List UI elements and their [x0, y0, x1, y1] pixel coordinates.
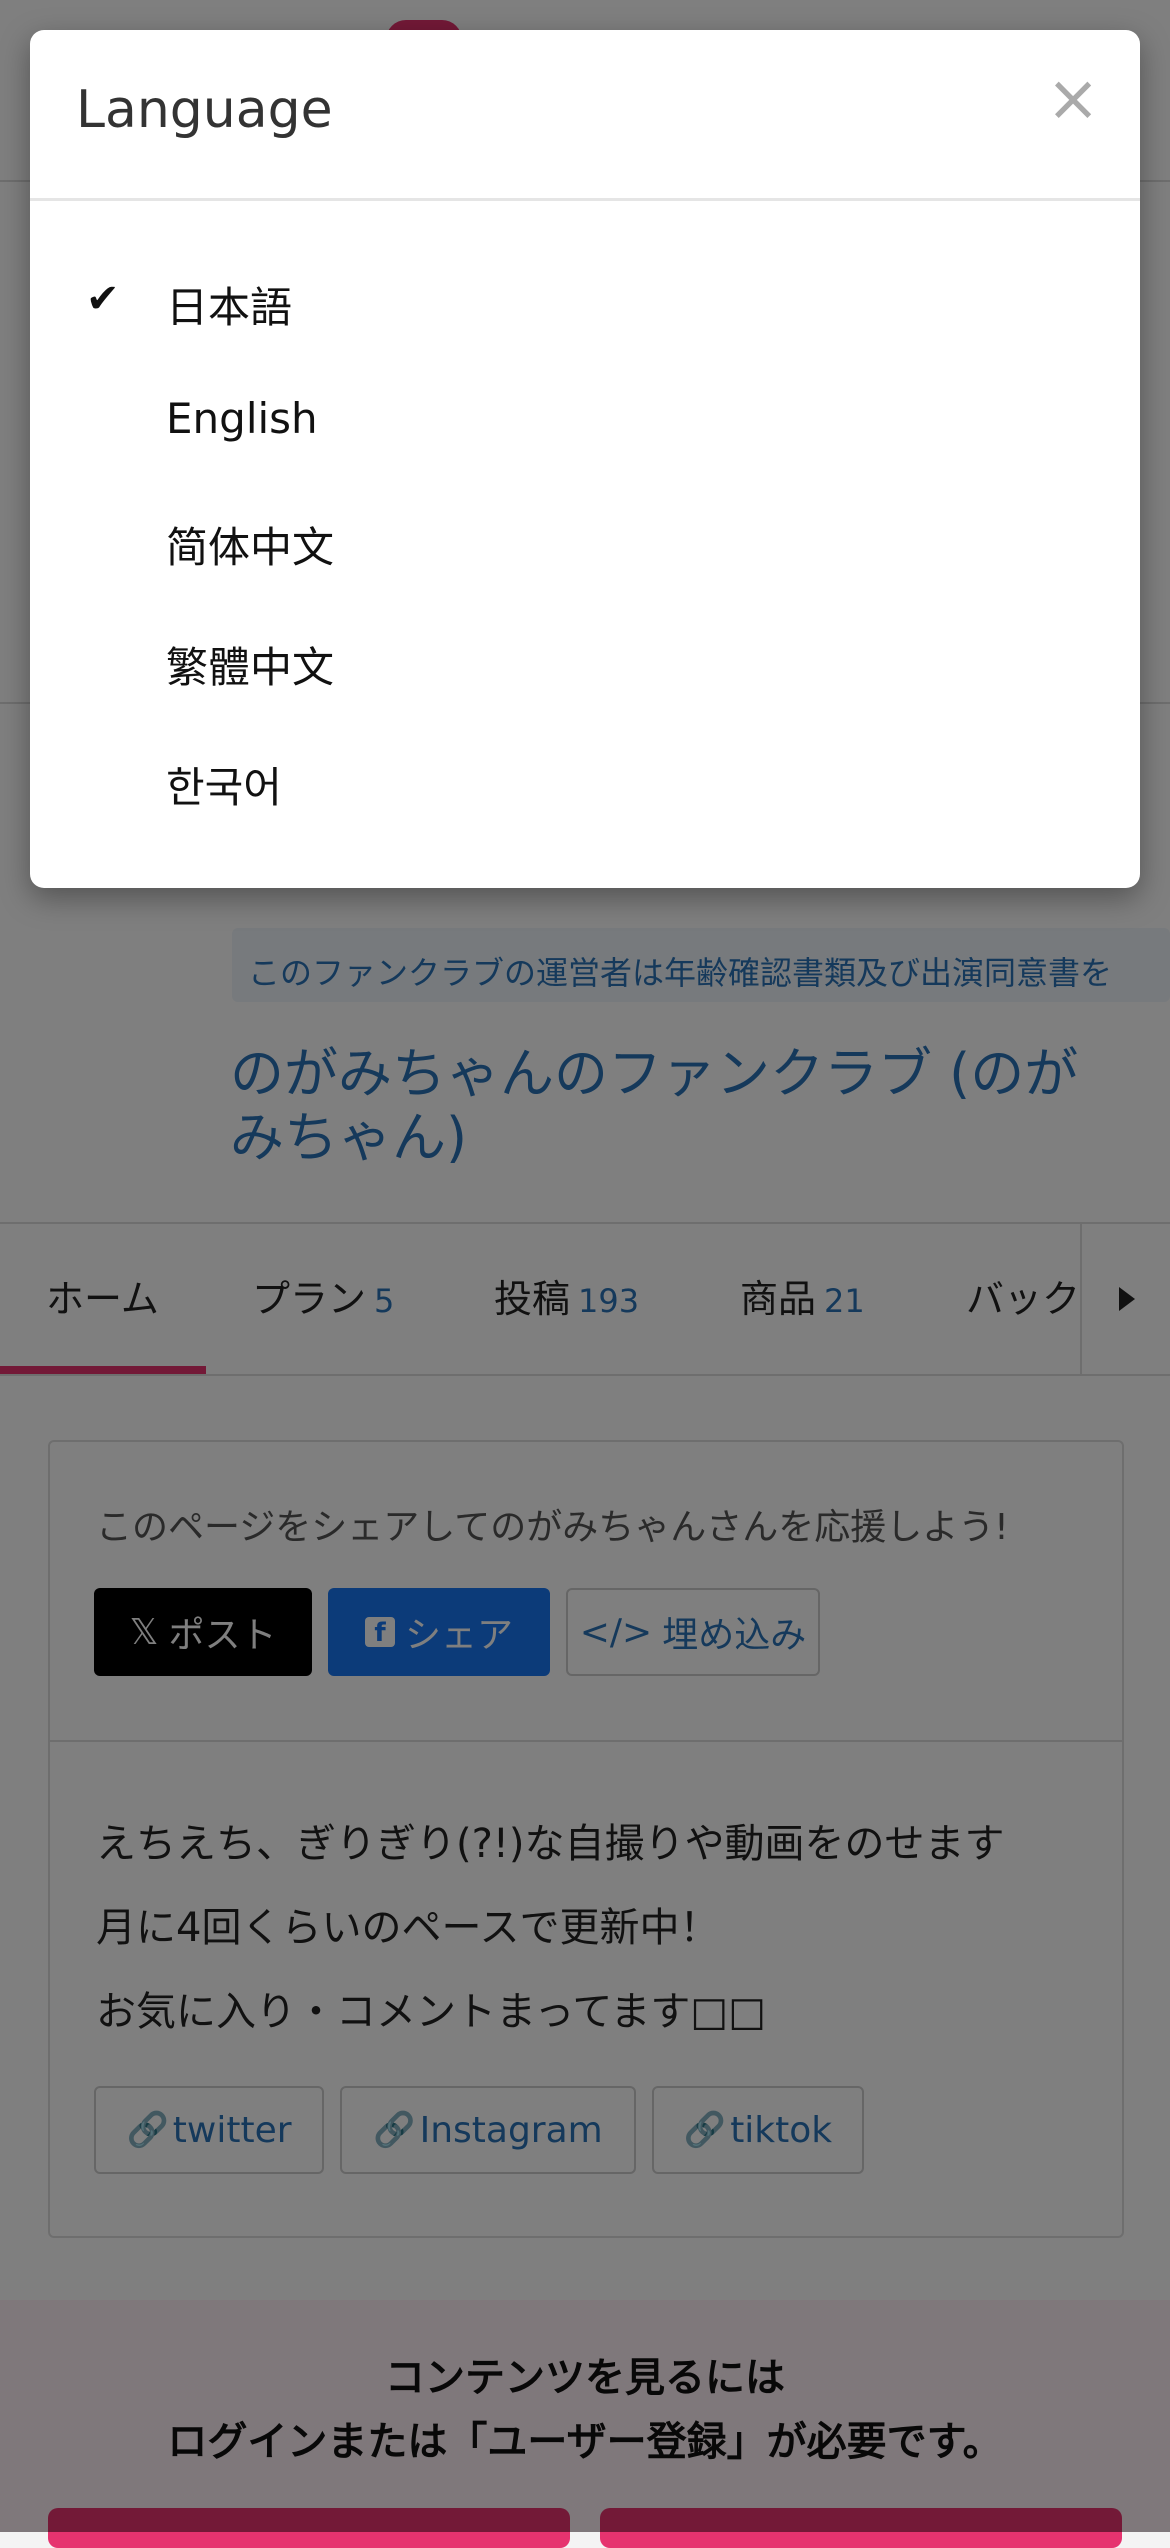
language-option-korean[interactable]: 한국어: [30, 732, 1140, 832]
language-option-english[interactable]: English: [30, 372, 1140, 472]
language-label: 繁體中文: [166, 643, 335, 692]
language-modal: Language × ✔ 日本語 English 简体中文 繁體中文 한국어: [30, 30, 1140, 888]
language-label: 简体中文: [166, 523, 335, 572]
language-label: English: [166, 394, 318, 443]
language-option-japanese[interactable]: ✔ 日本語: [30, 252, 1140, 352]
checkmark-icon: ✔: [86, 276, 120, 322]
language-option-traditional-chinese[interactable]: 繁體中文: [30, 612, 1140, 712]
language-label: 한국어: [166, 763, 282, 812]
close-icon[interactable]: ×: [1038, 64, 1108, 134]
language-option-simplified-chinese[interactable]: 简体中文: [30, 492, 1140, 592]
modal-header: Language ×: [30, 30, 1140, 201]
modal-title: Language: [76, 80, 333, 140]
language-label: 日本語: [166, 283, 293, 332]
